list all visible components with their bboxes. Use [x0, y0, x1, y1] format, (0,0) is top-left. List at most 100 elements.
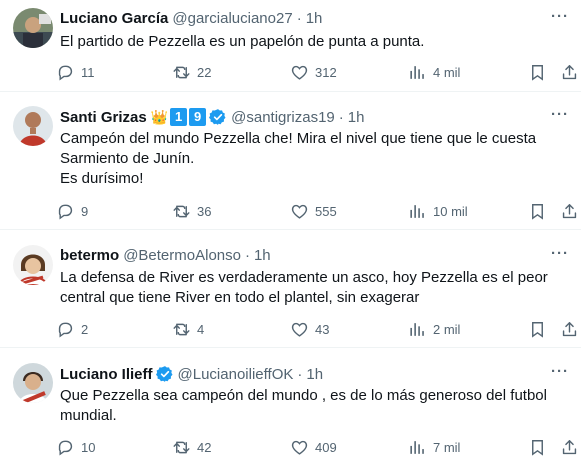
tweet-header: Santi Grizas 👑 1 9 @santigrizas19 · 1h [60, 108, 364, 126]
timestamp[interactable]: 1h [348, 109, 365, 126]
display-name[interactable]: Santi Grizas [60, 109, 147, 126]
share-button[interactable] [560, 438, 579, 457]
tweet-text-line: Campeón del mundo Pezzella che! Mira el … [60, 130, 537, 147]
user-handle[interactable]: @LucianoilieffOK [178, 366, 294, 383]
tweet[interactable]: Santi Grizas 👑 1 9 @santigrizas19 · 1h ·… [0, 92, 581, 230]
retweet-count: 22 [197, 65, 212, 80]
timestamp[interactable]: 1h [306, 10, 323, 27]
retweet-button[interactable]: 22 [172, 63, 211, 82]
reply-count: 10 [81, 440, 96, 455]
reply-button[interactable]: 2 [56, 320, 88, 339]
analytics-icon [408, 438, 427, 457]
share-icon [560, 202, 579, 221]
heart-icon [290, 438, 309, 457]
share-button[interactable] [560, 202, 579, 221]
verified-badge-icon[interactable] [209, 108, 227, 126]
views-button[interactable]: 4 mil [408, 63, 460, 82]
more-options-button[interactable]: ··· [551, 363, 569, 380]
avatar[interactable] [13, 245, 53, 285]
tweet[interactable]: Luciano García @garcialuciano27 · 1h ···… [0, 0, 581, 92]
tweet-text-line: central que tiene River en todo el plant… [60, 289, 420, 306]
bookmark-button[interactable] [528, 202, 547, 221]
reply-count: 11 [81, 65, 95, 80]
reply-button[interactable]: 9 [56, 202, 88, 221]
retweet-button[interactable]: 36 [172, 202, 211, 221]
retweet-button[interactable]: 42 [172, 438, 211, 457]
number-badge: 1 [170, 108, 188, 126]
timestamp[interactable]: 1h [306, 366, 323, 383]
reply-icon [56, 320, 75, 339]
like-count: 312 [315, 65, 337, 80]
tweet-text-line: La defensa de River es verdaderamente un… [60, 269, 548, 286]
views-button[interactable]: 2 mil [408, 320, 460, 339]
view-count: 7 mil [433, 440, 461, 455]
view-count: 2 mil [433, 322, 461, 337]
views-button[interactable]: 7 mil [408, 438, 460, 457]
action-bar: 2 4 43 2 mil [56, 320, 576, 340]
more-options-button[interactable]: ··· [551, 106, 569, 123]
avatar[interactable] [13, 363, 53, 403]
separator-dot: · [244, 247, 250, 264]
tweet[interactable]: betermo @BetermoAlonso · 1h ··· La defen… [0, 230, 581, 348]
number-badge: 9 [189, 108, 207, 126]
separator-dot: · [297, 365, 303, 383]
like-button[interactable]: 555 [290, 202, 337, 221]
timestamp[interactable]: 1h [254, 247, 271, 264]
tweet-text-line: mundial. [60, 407, 117, 424]
user-handle[interactable]: @BetermoAlonso [123, 247, 241, 264]
tweet-text: Que Pezzella sea campeón del mundo , es … [60, 386, 567, 426]
heart-icon [290, 63, 309, 82]
heart-icon [290, 320, 309, 339]
tweet-text-line: Es durísimo! [60, 170, 144, 187]
separator-dot: · [338, 108, 344, 126]
tweet-text-line: Que Pezzella sea campeón del mundo , es … [60, 387, 547, 404]
share-button[interactable] [560, 63, 579, 82]
tweet-feed: Luciano García @garcialuciano27 · 1h ···… [0, 0, 581, 462]
bookmark-button[interactable] [528, 438, 547, 457]
more-options-button[interactable]: ··· [551, 8, 569, 25]
analytics-icon [408, 202, 427, 221]
reply-count: 9 [81, 204, 89, 219]
bookmark-button[interactable] [528, 320, 547, 339]
tweet-header: Luciano García @garcialuciano27 · 1h [60, 10, 322, 27]
reply-button[interactable]: 11 [56, 63, 95, 82]
retweet-count: 42 [197, 440, 212, 455]
bookmark-icon [528, 438, 547, 457]
view-count: 4 mil [433, 65, 461, 80]
views-button[interactable]: 10 mil [408, 202, 468, 221]
view-count: 10 mil [433, 204, 468, 219]
display-name[interactable]: Luciano García [60, 10, 168, 27]
retweet-icon [172, 63, 191, 82]
share-icon [560, 320, 579, 339]
like-count: 409 [315, 440, 337, 455]
reply-icon [56, 438, 75, 457]
reply-icon [56, 63, 75, 82]
more-options-button[interactable]: ··· [551, 245, 569, 262]
retweet-icon [172, 438, 191, 457]
avatar[interactable] [13, 8, 53, 48]
avatar[interactable] [13, 106, 53, 146]
tweet-text-line: El partido de Pezzella es un papelón de … [60, 33, 425, 50]
like-button[interactable]: 43 [290, 320, 329, 339]
user-handle[interactable]: @garcialuciano27 [172, 10, 292, 27]
tweet-header: betermo @BetermoAlonso · 1h [60, 247, 271, 264]
reply-button[interactable]: 10 [56, 438, 95, 457]
tweet-text: El partido de Pezzella es un papelón de … [60, 32, 567, 52]
tweet-text-line: Sarmiento de Junín. [60, 150, 195, 167]
like-button[interactable]: 409 [290, 438, 337, 457]
retweet-icon [172, 202, 191, 221]
share-icon [560, 63, 579, 82]
like-count: 555 [315, 204, 337, 219]
verified-badge-icon[interactable] [156, 365, 174, 383]
display-name[interactable]: Luciano Ilieff [60, 366, 153, 383]
bookmark-button[interactable] [528, 63, 547, 82]
analytics-icon [408, 63, 427, 82]
tweet[interactable]: Luciano Ilieff @LucianoilieffOK · 1h ···… [0, 348, 581, 462]
retweet-button[interactable]: 4 [172, 320, 204, 339]
user-handle[interactable]: @santigrizas19 [231, 109, 335, 126]
reply-icon [56, 202, 75, 221]
share-button[interactable] [560, 320, 579, 339]
tweet-header: Luciano Ilieff @LucianoilieffOK · 1h [60, 365, 323, 383]
like-button[interactable]: 312 [290, 63, 337, 82]
display-name[interactable]: betermo [60, 247, 119, 264]
